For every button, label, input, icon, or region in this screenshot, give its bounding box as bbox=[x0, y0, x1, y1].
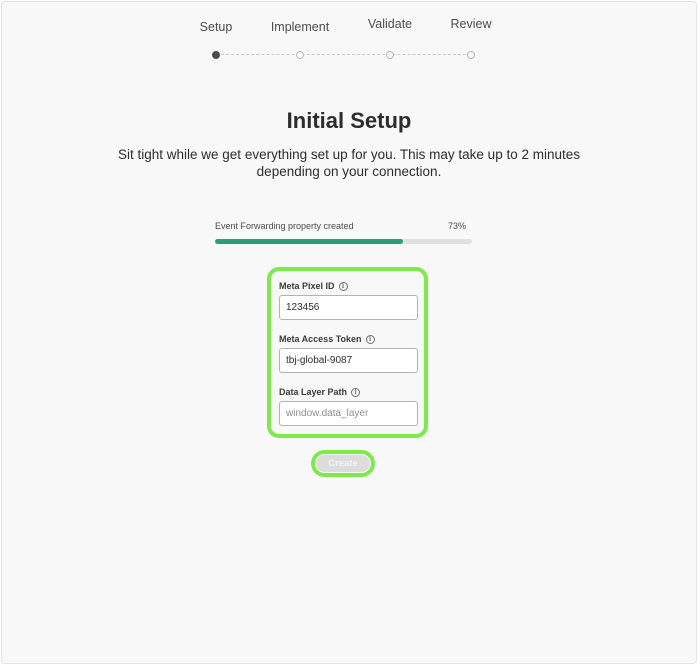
meta-pixel-id-input[interactable] bbox=[279, 295, 418, 320]
setup-wizard-panel: Setup Implement Validate Review Initial … bbox=[1, 1, 697, 664]
step-dot-implement[interactable] bbox=[296, 51, 304, 59]
step-label-setup[interactable]: Setup bbox=[200, 20, 233, 34]
meta-access-token-input[interactable] bbox=[279, 348, 418, 373]
meta-access-token-label-text: Meta Access Token bbox=[279, 334, 362, 344]
progress-bar bbox=[215, 239, 472, 244]
step-label-validate[interactable]: Validate bbox=[368, 17, 412, 31]
step-label-review[interactable]: Review bbox=[451, 17, 492, 31]
credentials-form: Meta Pixel ID i Meta Access Token i Data… bbox=[267, 267, 428, 438]
step-dot-setup[interactable] bbox=[212, 51, 220, 59]
meta-pixel-id-label-text: Meta Pixel ID bbox=[279, 281, 335, 291]
page-subtitle: Sit tight while we get everything set up… bbox=[118, 147, 580, 179]
data-layer-path-label: Data Layer Path i bbox=[279, 387, 361, 397]
progress-status-text: Event Forwarding property created bbox=[215, 221, 354, 231]
stepper-track bbox=[216, 54, 471, 55]
page-title: Initial Setup bbox=[286, 108, 412, 133]
step-dot-validate[interactable] bbox=[386, 51, 394, 59]
progress-bar-fill bbox=[215, 239, 403, 244]
step-label-implement[interactable]: Implement bbox=[271, 20, 329, 34]
data-layer-path-input[interactable] bbox=[279, 401, 418, 426]
data-layer-path-label-text: Data Layer Path bbox=[279, 387, 348, 397]
info-icon[interactable]: i bbox=[338, 281, 348, 291]
meta-access-token-label: Meta Access Token i bbox=[279, 334, 375, 344]
progress-percent: 73% bbox=[447, 221, 466, 231]
info-icon[interactable]: i bbox=[365, 334, 375, 344]
info-icon[interactable]: i bbox=[351, 387, 361, 397]
meta-pixel-id-label: Meta Pixel ID i bbox=[279, 281, 348, 291]
step-dot-review[interactable] bbox=[467, 51, 475, 59]
create-button-highlight: Create bbox=[311, 450, 375, 477]
create-button[interactable]: Create bbox=[316, 455, 370, 472]
